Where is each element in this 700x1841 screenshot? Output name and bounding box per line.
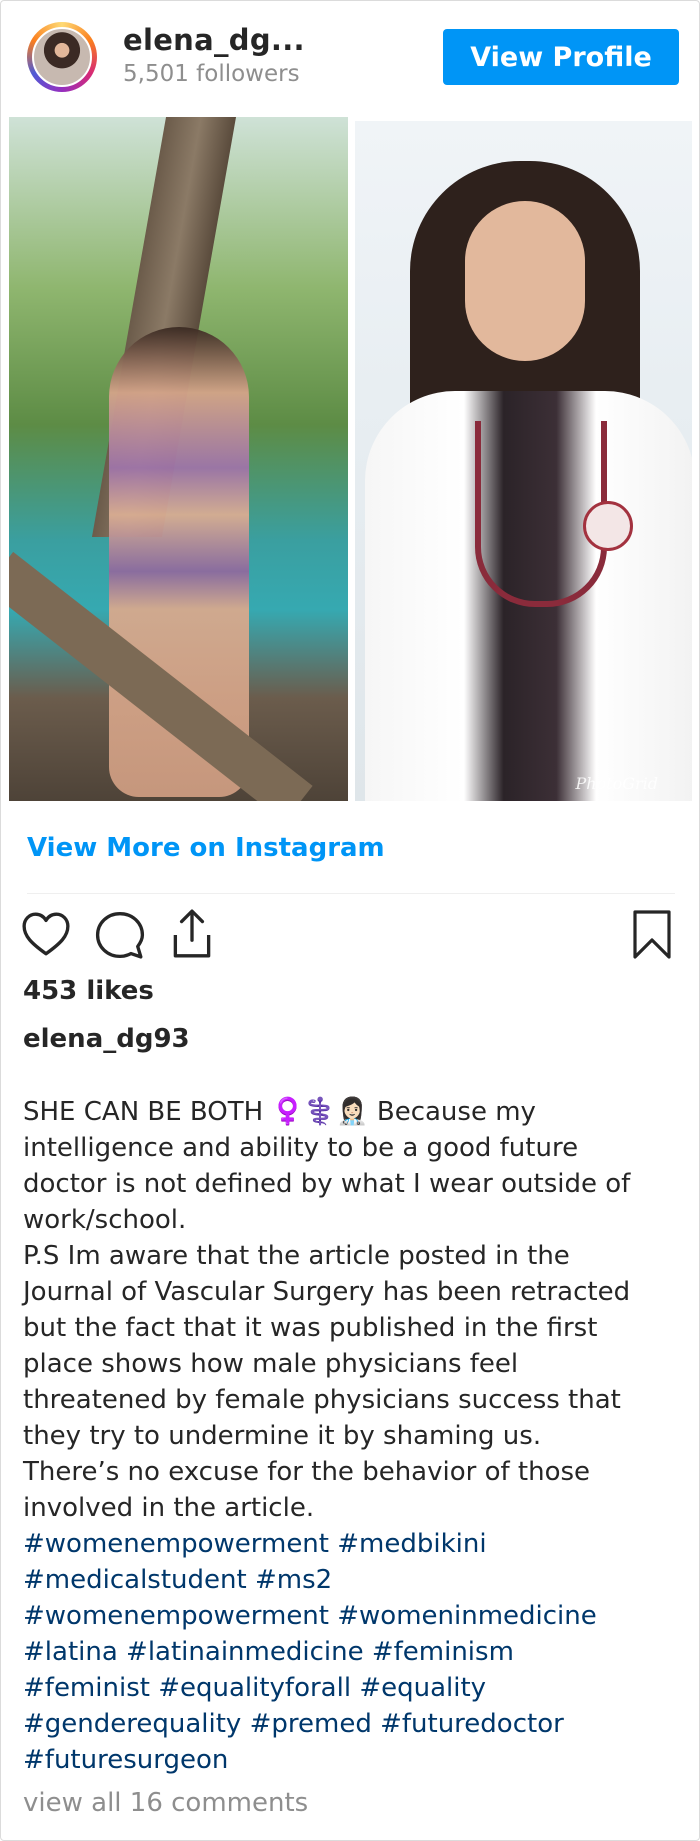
photo-bikini: [9, 117, 348, 801]
photogrid-watermark: PhotoGrid: [575, 774, 658, 793]
caption-line: work/school.: [23, 1205, 187, 1235]
hashtag-link[interactable]: #latinainmedicine: [126, 1637, 364, 1667]
hashtag-link[interactable]: #feminism: [372, 1637, 514, 1667]
hashtag-line: #genderequality #premed #futuredoctor: [23, 1706, 683, 1742]
hashtag-link[interactable]: #womeninmedicine: [337, 1601, 597, 1631]
caption-line: intelligence and ability to be a good fu…: [23, 1133, 579, 1163]
follower-count: 5,501 followers: [123, 61, 300, 87]
hashtag-link[interactable]: #medbikini: [337, 1529, 486, 1559]
face: [465, 201, 585, 361]
photo-doctor: PhotoGrid: [355, 121, 692, 801]
hashtag-line: #womenempowerment #medbikini: [23, 1526, 683, 1562]
avatar-story-ring[interactable]: [27, 22, 97, 92]
instagram-embed-card: elena_dg... 5,501 followers View Profile…: [0, 0, 700, 1841]
hashtag-block: #womenempowerment #medbikini #medicalstu…: [23, 1526, 683, 1778]
caption-line: There’s no excuse for the behavior of th…: [23, 1457, 591, 1487]
like-count[interactable]: 453 likes: [23, 976, 154, 1006]
caption-line: doctor is not defined by what I wear out…: [23, 1169, 631, 1199]
hashtag-line: #womenempowerment #womeninmedicine: [23, 1598, 683, 1634]
caption-line: but the fact that it was published in th…: [23, 1313, 598, 1343]
hashtag-link[interactable]: #ms2: [255, 1565, 332, 1595]
hashtag-link[interactable]: #genderequality: [23, 1709, 241, 1739]
hashtag-line: #futuresurgeon: [23, 1742, 683, 1778]
caption-line: Journal of Vascular Surgery has been ret…: [23, 1277, 631, 1307]
heart-icon[interactable]: [21, 910, 71, 960]
view-more-link[interactable]: View More on Instagram: [27, 833, 385, 863]
caption-line: SHE CAN BE BOTH ♀️⚕️👩🏻‍⚕️ Because my: [23, 1097, 536, 1127]
caption-line: they try to undermine it by shaming us.: [23, 1421, 542, 1451]
view-all-comments-link[interactable]: view all 16 comments: [23, 1788, 308, 1818]
caption-username[interactable]: elena_dg93: [23, 1024, 190, 1054]
hashtag-link[interactable]: #premed: [250, 1709, 372, 1739]
bookmark-icon[interactable]: [630, 909, 674, 961]
post-caption: SHE CAN BE BOTH ♀️⚕️👩🏻‍⚕️ Because my int…: [23, 1094, 683, 1526]
hashtag-line: #medicalstudent #ms2: [23, 1562, 683, 1598]
avatar[interactable]: [32, 27, 92, 87]
share-icon[interactable]: [167, 908, 217, 960]
profile-username[interactable]: elena_dg...: [123, 23, 305, 57]
divider: [27, 893, 675, 894]
view-profile-button[interactable]: View Profile: [443, 29, 679, 85]
hashtag-link[interactable]: #latina: [23, 1637, 118, 1667]
caption-line: involved in the article.: [23, 1493, 315, 1523]
hashtag-link[interactable]: #equality: [359, 1673, 486, 1703]
hashtag-link[interactable]: #feminist: [23, 1673, 150, 1703]
hashtag-link[interactable]: #futuredoctor: [380, 1709, 564, 1739]
caption-line: place shows how male physicians feel: [23, 1349, 519, 1379]
hashtag-link[interactable]: #womenempowerment: [23, 1601, 329, 1631]
school-emblem: [583, 501, 633, 551]
comment-icon[interactable]: [95, 910, 145, 960]
hashtag-link[interactable]: #medicalstudent: [23, 1565, 247, 1595]
hashtag-line: #feminist #equalityforall #equality: [23, 1670, 683, 1706]
post-media[interactable]: PhotoGrid: [9, 117, 692, 801]
hashtag-link[interactable]: #womenempowerment: [23, 1529, 329, 1559]
caption-line: threatened by female physicians success …: [23, 1385, 621, 1415]
caption-line: P.S Im aware that the article posted in …: [23, 1241, 570, 1271]
hashtag-link[interactable]: #futuresurgeon: [23, 1745, 228, 1775]
hashtag-link[interactable]: #equalityforall: [158, 1673, 351, 1703]
hashtag-line: #latina #latinainmedicine #feminism: [23, 1634, 683, 1670]
